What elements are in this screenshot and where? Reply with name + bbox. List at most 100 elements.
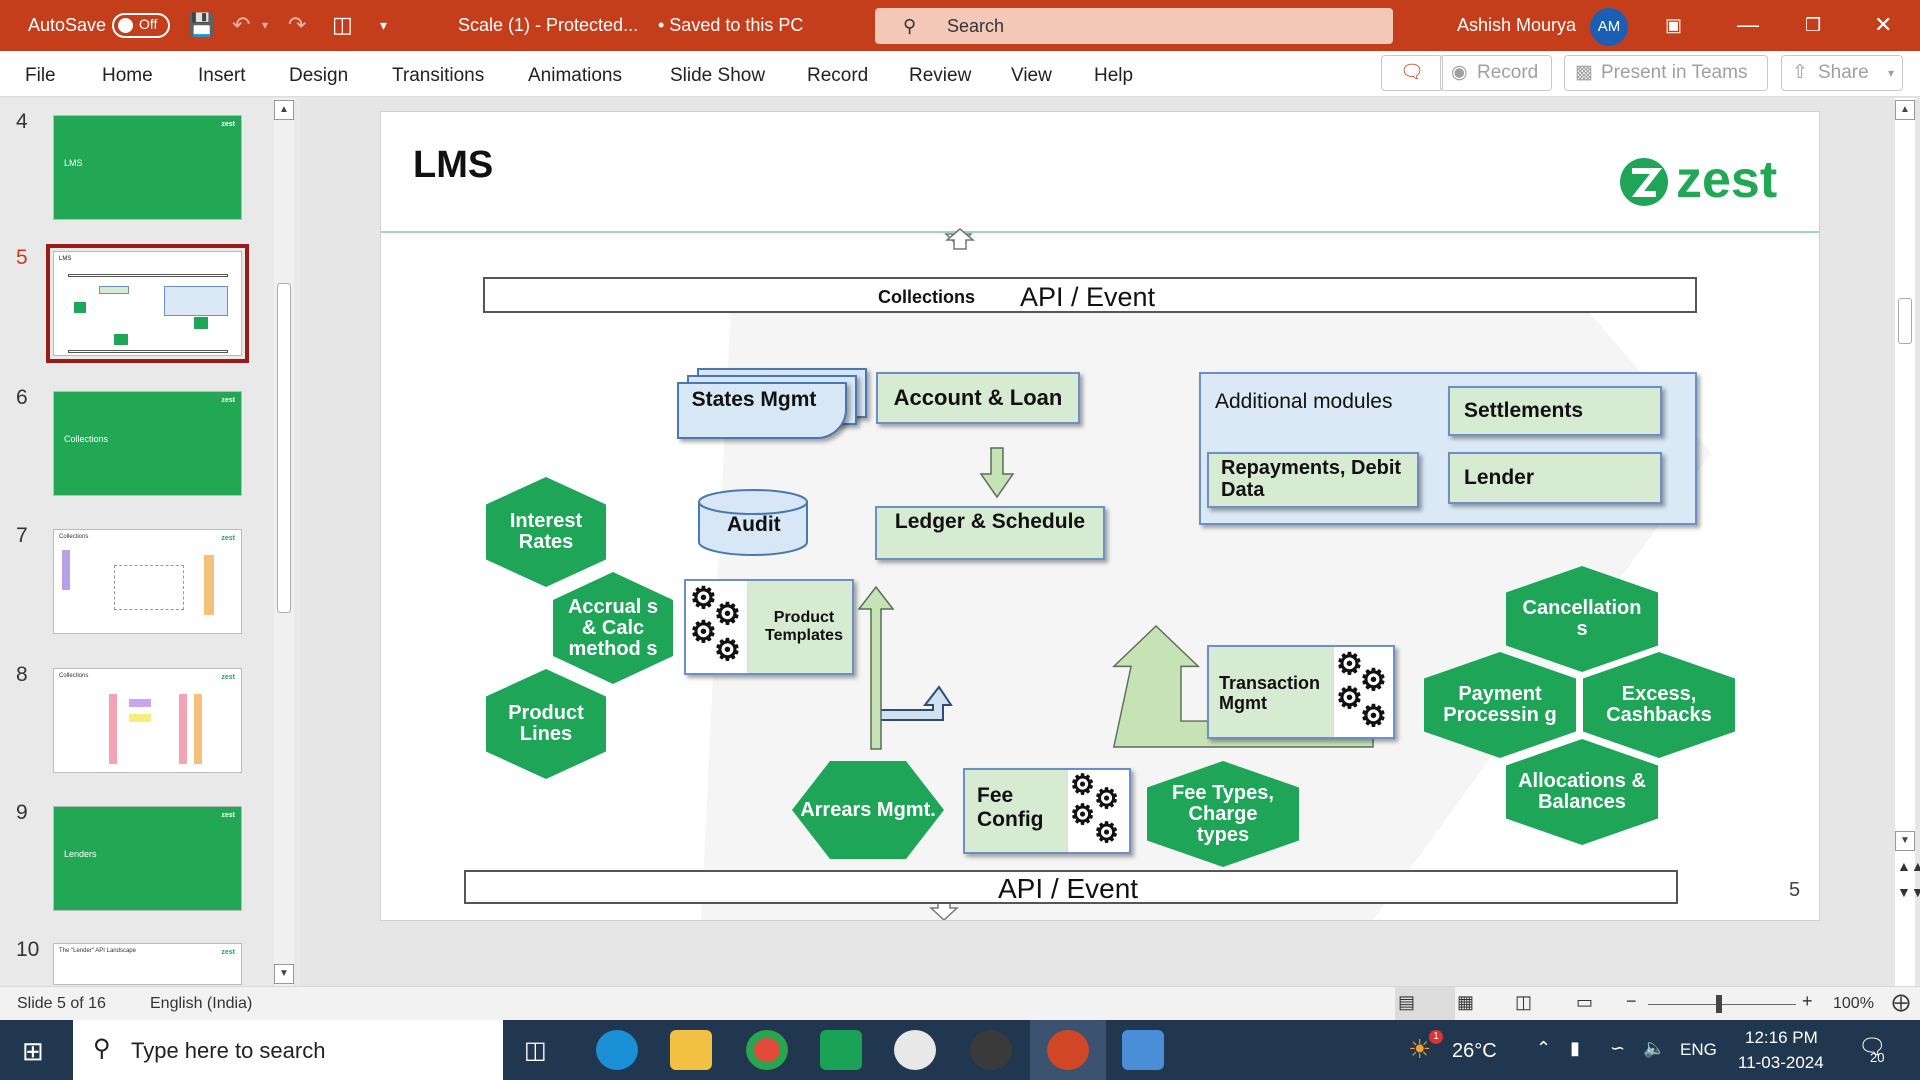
- file-explorer-icon[interactable]: [670, 1030, 712, 1070]
- slide-thumbnail-7[interactable]: zest Collections: [53, 529, 242, 634]
- close-icon[interactable]: ✕: [1874, 12, 1892, 38]
- account-loan-box[interactable]: Account & Loan: [876, 372, 1080, 424]
- share-button[interactable]: ⇧ Share ▾: [1781, 55, 1903, 91]
- record-button[interactable]: ◉ Record: [1440, 55, 1552, 91]
- slide-thumbnail-4[interactable]: zest LMS: [53, 115, 242, 220]
- chat-app-icon[interactable]: [820, 1030, 862, 1070]
- slide-thumbnail-6[interactable]: zest Collections: [53, 391, 242, 496]
- customize-toolbar-icon[interactable]: ▾: [380, 12, 387, 38]
- tab-file[interactable]: File: [25, 65, 56, 87]
- tab-transitions[interactable]: Transitions: [392, 65, 484, 87]
- taskbar-search-box[interactable]: ⚲ Type here to search: [73, 1020, 503, 1080]
- restore-icon[interactable]: ❐: [1805, 12, 1821, 38]
- app-icon[interactable]: [894, 1030, 936, 1070]
- battery-icon[interactable]: ▮: [1570, 1038, 1580, 1059]
- zoom-level[interactable]: 100%: [1833, 995, 1874, 1013]
- edge-icon[interactable]: [596, 1030, 638, 1070]
- thumb-title: Collections: [59, 673, 89, 679]
- task-view-icon[interactable]: ◫: [524, 1036, 547, 1065]
- search-icon: ⚲: [903, 16, 917, 36]
- ledger-schedule-label: Ledger & Schedule: [894, 510, 1086, 533]
- save-icon[interactable]: 💾: [188, 12, 215, 38]
- bottom-api-event-bar[interactable]: API / Event: [464, 870, 1678, 904]
- scroll-down-arrow-icon[interactable]: ▼: [274, 964, 294, 984]
- user-name[interactable]: Ashish Mourya: [1457, 15, 1576, 36]
- tab-home[interactable]: Home: [102, 65, 153, 87]
- slide-thumbnail-8[interactable]: zest Collections: [53, 668, 242, 773]
- document-title[interactable]: Scale (1) - Protected...: [458, 15, 638, 36]
- weather-temperature[interactable]: 26°C: [1452, 1040, 1497, 1063]
- thumbnail-scrollbar[interactable]: ▲ ▼: [274, 98, 294, 986]
- states-mgmt-shape[interactable]: States Mgmt: [677, 382, 847, 439]
- zoom-in-icon[interactable]: +: [1802, 991, 1813, 1012]
- undo-dropdown-icon[interactable]: ▾: [262, 12, 268, 38]
- weather-icon[interactable]: ☀: [1408, 1034, 1431, 1065]
- tab-help[interactable]: Help: [1094, 65, 1133, 87]
- control-panel-icon[interactable]: [1122, 1030, 1164, 1070]
- transaction-mgmt-box[interactable]: Transaction Mgmt ⚙ ⚙ ⚙ ⚙: [1207, 645, 1395, 739]
- top-api-event-bar[interactable]: Collections API / Event: [483, 277, 1697, 313]
- next-slide-icon[interactable]: ▼▼: [1897, 884, 1920, 900]
- autosave-toggle[interactable]: Off: [112, 13, 170, 38]
- search-box[interactable]: ⚲ Search: [875, 8, 1393, 44]
- tab-insert[interactable]: Insert: [198, 65, 246, 87]
- fee-config-box[interactable]: Fee Config ⚙ ⚙ ⚙ ⚙: [963, 768, 1131, 854]
- reading-view-icon[interactable]: ◫: [1515, 992, 1532, 1013]
- tab-record[interactable]: Record: [807, 65, 868, 87]
- tab-animations[interactable]: Animations: [528, 65, 622, 87]
- slide-thumbnail-5[interactable]: zest LMS: [46, 244, 249, 363]
- tab-slide-show[interactable]: Slide Show: [670, 65, 765, 87]
- tab-design[interactable]: Design: [289, 65, 348, 87]
- thumb-shape: [129, 714, 151, 722]
- taskbar-search-placeholder: Type here to search: [131, 1038, 326, 1063]
- present-in-teams-button[interactable]: ▩ Present in Teams: [1564, 55, 1768, 91]
- language-indicator[interactable]: English (India): [150, 995, 252, 1013]
- scroll-up-arrow-icon[interactable]: ▲: [274, 100, 294, 120]
- scrollbar-thumb[interactable]: [1898, 298, 1912, 344]
- comments-button[interactable]: 🗨: [1381, 55, 1443, 91]
- product-templates-box[interactable]: ⚙ ⚙ ⚙ ⚙ Product Templates: [684, 579, 854, 675]
- zoom-slider-thumb[interactable]: [1716, 995, 1722, 1013]
- scroll-up-arrow-icon[interactable]: ▲: [1895, 100, 1915, 120]
- zoom-out-icon[interactable]: −: [1626, 991, 1637, 1012]
- clock-date[interactable]: 11-03-2024: [1738, 1053, 1824, 1073]
- undo-icon[interactable]: ↶: [232, 12, 250, 38]
- avatar[interactable]: AM: [1590, 8, 1628, 46]
- windows-start-icon[interactable]: ⊞: [22, 1036, 44, 1067]
- powerpoint-taskbar-active[interactable]: [1030, 1020, 1106, 1080]
- clock-time[interactable]: 12:16 PM: [1745, 1028, 1818, 1048]
- lender-box[interactable]: Lender: [1448, 452, 1662, 504]
- previous-slide-icon[interactable]: ▲▲: [1897, 858, 1920, 874]
- ribbon-display-icon[interactable]: ▣: [1665, 12, 1682, 38]
- slide-sorter-icon[interactable]: ▦: [1457, 992, 1474, 1013]
- scrollbar-thumb[interactable]: [277, 283, 291, 613]
- fit-to-window-icon[interactable]: ⨁: [1892, 992, 1910, 1013]
- wifi-icon[interactable]: ∽: [1610, 1038, 1625, 1059]
- volume-icon[interactable]: 🔈: [1643, 1038, 1665, 1059]
- present-from-beginning-icon[interactable]: ◫: [332, 12, 353, 38]
- slide-counter[interactable]: Slide 5 of 16: [17, 995, 106, 1013]
- thumb-number: 9: [16, 801, 28, 824]
- chrome-icon[interactable]: [746, 1030, 788, 1070]
- redo-icon[interactable]: ↷: [288, 12, 306, 38]
- ledger-schedule-box[interactable]: Ledger & Schedule: [875, 506, 1105, 560]
- tab-view[interactable]: View: [1011, 65, 1052, 87]
- editor-scrollbar[interactable]: ▲ ▼ ▲▲ ▼▼: [1895, 98, 1920, 986]
- thumb-shape: [74, 302, 86, 313]
- slide-show-icon[interactable]: ▭: [1576, 992, 1593, 1013]
- repayments-box[interactable]: Repayments, Debit Data: [1207, 452, 1419, 508]
- chevron-up-icon[interactable]: ⌃: [1536, 1038, 1551, 1059]
- settings-app-icon[interactable]: [970, 1030, 1012, 1070]
- minimize-icon[interactable]: —: [1737, 12, 1759, 38]
- slide-thumbnail-10[interactable]: zest The "Lender" API Landscape: [53, 943, 242, 985]
- zoom-slider-track[interactable]: [1648, 1004, 1796, 1005]
- slide-thumbnail-9[interactable]: zest Lenders: [53, 806, 242, 911]
- input-language[interactable]: ENG: [1680, 1040, 1717, 1060]
- top-bar-label: API / Event: [1020, 282, 1156, 312]
- thumb-title: Collections: [59, 534, 89, 540]
- scroll-down-arrow-icon[interactable]: ▼: [1895, 831, 1915, 851]
- slide-canvas[interactable]: LMS zest Collections API / Event API / E…: [380, 111, 1820, 921]
- settlements-box[interactable]: Settlements: [1448, 386, 1662, 436]
- tab-review[interactable]: Review: [909, 65, 971, 87]
- share-dropdown-icon[interactable]: ▾: [1888, 56, 1894, 90]
